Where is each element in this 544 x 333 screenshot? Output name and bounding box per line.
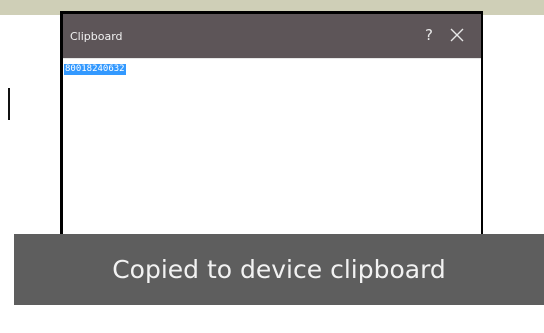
clipboard-dialog: Clipboard ? 80018240632 <box>60 11 483 243</box>
clipboard-selected-text[interactable]: 80018240632 <box>64 64 126 75</box>
help-button[interactable]: ? <box>419 25 439 45</box>
text-cursor <box>8 88 10 120</box>
close-icon <box>450 28 464 42</box>
close-button[interactable] <box>447 25 467 45</box>
toast-notification: Copied to device clipboard <box>14 234 544 305</box>
toast-message: Copied to device clipboard <box>112 255 446 284</box>
dialog-header: Clipboard ? <box>63 14 481 58</box>
dialog-title: Clipboard <box>70 30 123 43</box>
clipboard-text-area[interactable]: 80018240632 <box>63 59 481 243</box>
